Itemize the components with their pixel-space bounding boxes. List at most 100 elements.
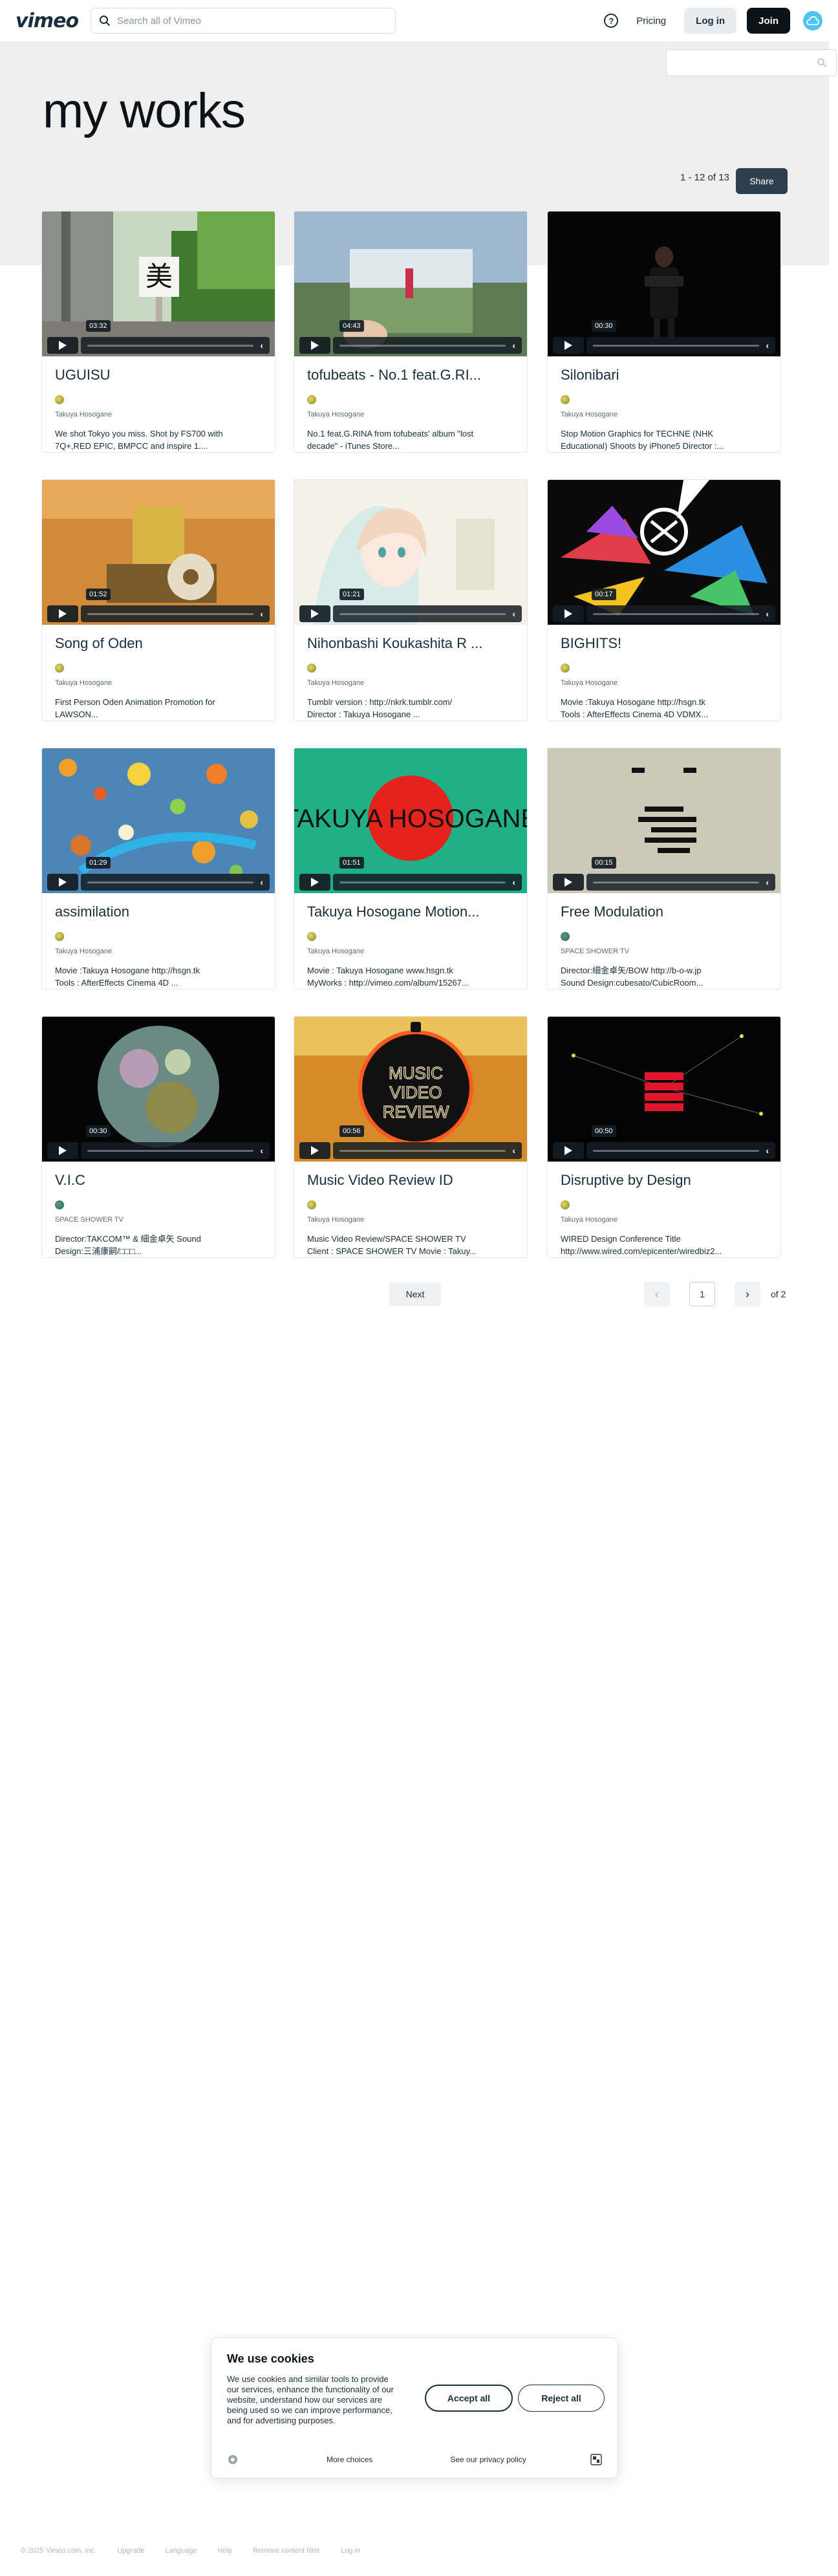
owner-name[interactable]: Takuya Hosogane	[561, 679, 768, 687]
reject-all-button[interactable]: Reject all	[518, 2385, 605, 2412]
owner-avatar[interactable]	[561, 395, 570, 404]
chevron-left-icon[interactable]: ‹	[512, 1145, 515, 1156]
chevron-left-icon[interactable]: ‹	[766, 877, 769, 887]
progress-bar[interactable]: 00:30 ‹	[81, 1125, 270, 1159]
video-thumbnail[interactable]: 04:43 ‹	[294, 211, 527, 356]
owner-avatar[interactable]	[55, 664, 64, 673]
progress-bar[interactable]: 00:30 ‹	[586, 320, 775, 354]
owner-avatar[interactable]	[55, 932, 64, 941]
owner-name[interactable]: Takuya Hosogane	[55, 411, 262, 418]
owner-name[interactable]: Takuya Hosogane	[307, 679, 514, 687]
progress-bar[interactable]: 01:52 ‹	[81, 589, 270, 622]
owner-name[interactable]: Takuya Hosogane	[561, 1216, 768, 1224]
video-card[interactable]: 04:43 ‹ tofubeats - No.1 feat.G.RI... Takuy…	[294, 211, 528, 453]
video-title[interactable]: UGUISU	[55, 367, 262, 386]
video-title[interactable]: tofubeats - No.1 feat.G.RI...	[307, 367, 514, 386]
vimeo-logo[interactable]: vimeo	[16, 10, 79, 32]
video-title[interactable]: V.I.C	[55, 1172, 262, 1191]
video-card[interactable]: 00:30 ‹ Silonibari Takuya Hosogane Stop Moti…	[547, 211, 781, 453]
chevron-left-icon[interactable]: ‹	[260, 1145, 263, 1156]
video-thumbnail[interactable]: MUSIC VIDEO REVIEW 00:56 ‹	[294, 1017, 527, 1162]
video-card[interactable]: 00:17 ‹ BIGHITS! Takuya Hosogane Movie :Taku…	[547, 479, 781, 721]
play-icon[interactable]	[299, 874, 330, 891]
video-card[interactable]: 美 03:32 ‹ UGUISU Takuya Hosogane We shot Toky…	[41, 211, 275, 453]
cookie-settings-icon[interactable]	[227, 2454, 239, 2465]
album-search-field[interactable]	[666, 49, 837, 76]
video-card[interactable]: 00:15 ‹ Free Modulation SPACE SHOWER TV Dire…	[547, 748, 781, 990]
footer-language-link[interactable]: Language	[166, 2547, 197, 2555]
login-button[interactable]: Log in	[684, 8, 737, 34]
video-title[interactable]: Free Modulation	[561, 904, 768, 923]
play-icon[interactable]	[47, 337, 78, 354]
progress-track[interactable]	[593, 1149, 760, 1152]
progress-track[interactable]	[87, 344, 254, 347]
video-thumbnail[interactable]: 00:50 ‹	[548, 1017, 780, 1162]
page-number-input[interactable]	[689, 1282, 715, 1306]
owner-name[interactable]: Takuya Hosogane	[55, 679, 262, 687]
owner-name[interactable]: Takuya Hosogane	[307, 1216, 514, 1224]
owner-avatar[interactable]	[307, 1200, 316, 1209]
accept-all-button[interactable]: Accept all	[425, 2385, 513, 2412]
owner-avatar[interactable]	[55, 395, 64, 404]
progress-track[interactable]	[593, 344, 760, 347]
video-title[interactable]: BIGHITS!	[561, 635, 768, 655]
video-title[interactable]: Nihonbashi Koukashita R ...	[307, 635, 514, 655]
play-icon[interactable]	[47, 874, 78, 891]
video-thumbnail[interactable]: 01:29 ‹	[42, 748, 275, 893]
chevron-left-icon[interactable]: ‹	[512, 609, 515, 619]
chevron-left-icon[interactable]: ‹	[766, 609, 769, 619]
footer-help-link[interactable]: Help	[218, 2547, 233, 2555]
video-thumbnail[interactable]: 00:30 ‹	[548, 211, 780, 356]
owner-name[interactable]: Takuya Hosogane	[55, 947, 262, 955]
progress-track[interactable]	[87, 612, 254, 615]
video-card[interactable]: 00:30 ‹ V.I.C SPACE SHOWER TV Director:TAKCO…	[41, 1016, 275, 1258]
prev-page-icon[interactable]: ‹	[644, 1282, 670, 1306]
privacy-policy-link[interactable]: See our privacy policy	[450, 2455, 526, 2464]
progress-bar[interactable]: 03:32 ‹	[81, 320, 270, 354]
video-thumbnail[interactable]: 美 03:32 ‹	[42, 211, 275, 356]
progress-track[interactable]	[593, 612, 760, 615]
video-title[interactable]: Disruptive by Design	[561, 1172, 768, 1191]
video-card[interactable]: TAKUYA HOSOGANE 01:51 ‹ Takuya Hosogane Mot…	[294, 748, 528, 990]
video-thumbnail[interactable]: 00:15 ‹	[548, 748, 780, 893]
video-thumbnail[interactable]: TAKUYA HOSOGANE 01:51 ‹	[294, 748, 527, 893]
chevron-left-icon[interactable]: ‹	[260, 609, 263, 619]
progress-bar[interactable]: 04:43 ‹	[333, 320, 522, 354]
progress-bar[interactable]: 00:15 ‹	[586, 857, 775, 891]
owner-avatar[interactable]	[307, 395, 316, 404]
search-input[interactable]	[117, 15, 376, 27]
chevron-left-icon[interactable]: ‹	[512, 340, 515, 351]
play-icon[interactable]	[299, 1142, 330, 1159]
owner-avatar[interactable]	[55, 1200, 64, 1209]
video-thumbnail[interactable]: 00:30 ‹	[42, 1017, 275, 1162]
progress-track[interactable]	[593, 881, 760, 883]
progress-bar[interactable]: 01:21 ‹	[333, 589, 522, 622]
footer-content-filter-link[interactable]: Remove content filter	[253, 2547, 320, 2555]
pricing-link[interactable]: Pricing	[628, 16, 674, 27]
video-card[interactable]: 01:21 ‹ Nihonbashi Koukashita R ... Takuya …	[294, 479, 528, 721]
video-card[interactable]: 01:52 ‹ Song of Oden Takuya Hosogane First P…	[41, 479, 275, 721]
play-icon[interactable]	[553, 337, 584, 354]
chevron-left-icon[interactable]: ‹	[766, 1145, 769, 1156]
progress-bar[interactable]: 01:29 ‹	[81, 857, 270, 891]
video-card[interactable]: 01:29 ‹ assimilation Takuya Hosogane Movie :…	[41, 748, 275, 990]
progress-bar[interactable]: 00:17 ‹	[586, 589, 775, 622]
search-box[interactable]	[91, 8, 396, 34]
chevron-left-icon[interactable]: ‹	[260, 340, 263, 351]
owner-avatar[interactable]	[561, 932, 570, 941]
video-title[interactable]: Song of Oden	[55, 635, 262, 655]
progress-bar[interactable]: 01:51 ‹	[333, 857, 522, 891]
owner-avatar[interactable]	[307, 932, 316, 941]
video-title[interactable]: Music Video Review ID	[307, 1172, 514, 1191]
progress-bar[interactable]: 00:56 ‹	[333, 1125, 522, 1159]
video-thumbnail[interactable]: 01:52 ‹	[42, 480, 275, 625]
video-title[interactable]: Takuya Hosogane Motion...	[307, 904, 514, 923]
chevron-left-icon[interactable]: ‹	[766, 340, 769, 351]
play-icon[interactable]	[47, 1142, 78, 1159]
owner-name[interactable]: SPACE SHOWER TV	[561, 947, 768, 955]
user-avatar-icon[interactable]	[803, 11, 822, 30]
chevron-left-icon[interactable]: ‹	[512, 877, 515, 887]
help-icon[interactable]: ?	[604, 14, 619, 28]
progress-track[interactable]	[339, 1149, 506, 1152]
video-title[interactable]: assimilation	[55, 904, 262, 923]
